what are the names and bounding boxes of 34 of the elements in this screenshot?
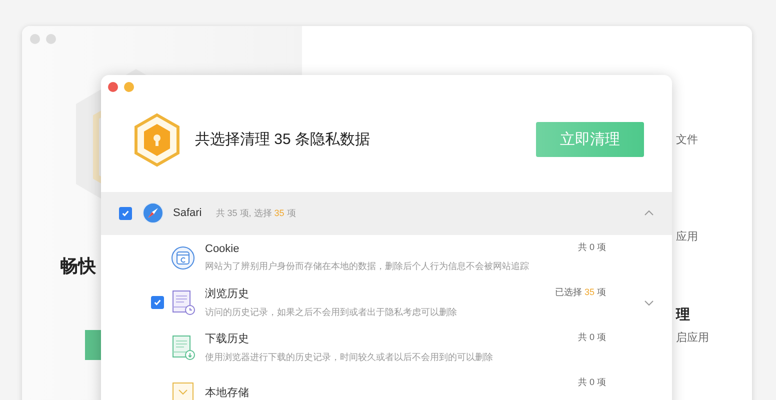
download-document-icon (171, 334, 195, 361)
browser-count: 共 35 项, 选择 35 项 (216, 206, 297, 220)
checkmark-icon (121, 208, 130, 218)
item-title: Cookie (205, 242, 240, 255)
item-title: 下载历史 (205, 332, 250, 346)
item-count: 已选择 35 项 (554, 286, 606, 300)
clean-button[interactable]: 立即清理 (536, 122, 644, 158)
item-title: 浏览历史 (205, 286, 250, 302)
hero-title: 畅快 (60, 255, 96, 278)
storage-box-icon (171, 382, 195, 400)
item-count: 共 0 项 (578, 331, 606, 344)
item-description: 访问的历史记录，如果之后不会用到或者出于隐私考虑可以删除 (205, 306, 458, 320)
minimize-button[interactable] (124, 82, 134, 92)
item-count: 共 0 项 (578, 241, 606, 254)
item-title: 本地存储 (205, 386, 250, 400)
browser-name: Safari (173, 207, 202, 220)
checkbox[interactable] (151, 296, 164, 310)
summary-title: 共选择清理 35 条隐私数据 (195, 130, 372, 150)
feature-text: 启应用 (676, 330, 710, 345)
expand-chevron-icon[interactable] (644, 300, 654, 306)
cookie-icon (171, 246, 195, 270)
compass-icon (142, 202, 164, 224)
close-button[interactable] (108, 82, 118, 92)
item-count: 共 0 项 (578, 376, 606, 390)
shield-hexagon-icon (133, 112, 181, 167)
item-description: 网站为了辨别用户身份而存储在本地的数据，删除后个人行为信息不会被网站追踪 (205, 260, 530, 273)
feature-text: 文件 (676, 132, 699, 147)
checkmark-icon (153, 298, 162, 308)
history-document-icon (171, 290, 195, 316)
feature-text: 理 (676, 306, 691, 324)
item-description: 使用浏览器进行下载的历史记录，时间较久或者以后不会用到的可以删除 (205, 351, 494, 364)
collapse-chevron-icon[interactable] (644, 210, 654, 216)
feature-text: 应用 (676, 230, 699, 244)
checkbox[interactable] (119, 206, 132, 220)
